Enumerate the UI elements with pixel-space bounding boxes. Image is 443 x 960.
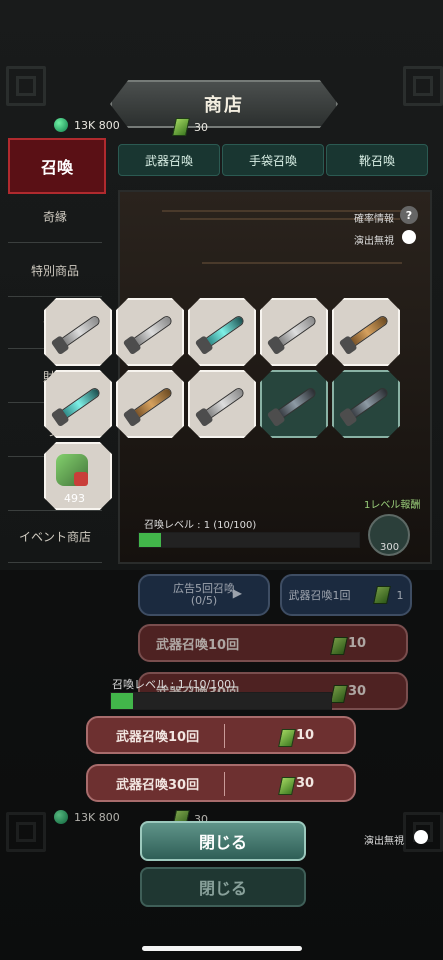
- sword-icon: [57, 315, 101, 349]
- skip-animation-checkbox[interactable]: [402, 230, 416, 244]
- summon-level-progress-fill: [139, 533, 161, 547]
- jade-amount: 13K 800: [74, 118, 120, 132]
- decorative-line: [202, 262, 402, 264]
- ticket-amount: 30: [194, 120, 208, 134]
- reward-label: 1レベル報酬: [364, 500, 421, 511]
- summon-level-label: 召喚レベル : 1 (10/100): [144, 520, 257, 531]
- corner-ornament-icon: [6, 66, 46, 106]
- tab-gloves-summon[interactable]: 手袋召喚: [222, 144, 324, 176]
- ticket-icon: [172, 118, 190, 136]
- probability-label[interactable]: 確率情報: [354, 210, 394, 225]
- corner-ornament-icon: [403, 66, 443, 106]
- overlay-summon-10-button[interactable]: 武器召喚10回 10: [86, 716, 356, 754]
- home-indicator: [142, 946, 302, 951]
- sword-icon: [201, 315, 245, 349]
- bottom-skip-label: 演出無視: [364, 836, 404, 847]
- close-button-disabled[interactable]: 閉じる: [140, 867, 306, 907]
- sidebar-item-encounter[interactable]: 奇縁: [8, 190, 102, 243]
- sidebar-item-summon[interactable]: 召喚: [8, 138, 106, 194]
- ticket-icon: [278, 729, 296, 747]
- ticket-icon: [278, 777, 296, 795]
- bag-amount: 493: [64, 492, 85, 505]
- bottom-skip-checkbox[interactable]: [414, 830, 428, 844]
- sword-icon: [273, 387, 317, 421]
- ticket-balance: 30: [172, 118, 208, 136]
- page-title-plate: 商店: [110, 80, 338, 128]
- bag-card: 493: [44, 442, 112, 510]
- divider: [224, 772, 225, 796]
- close-button[interactable]: 閉じる: [140, 821, 306, 861]
- footer-jade-balance: 13K 800: [54, 810, 120, 824]
- sword-icon: [201, 387, 245, 421]
- sidebar-item-event-shop[interactable]: イベント商店: [8, 510, 102, 563]
- tab-shoes-summon[interactable]: 靴召喚: [326, 144, 428, 176]
- sword-icon: [57, 387, 101, 421]
- sword-icon: [129, 387, 173, 421]
- sword-card: [116, 298, 184, 366]
- divider: [224, 724, 225, 748]
- overlay-summon-level-progress: [110, 692, 332, 710]
- sword-card: [332, 370, 400, 438]
- sword-card: [116, 370, 184, 438]
- sword-card: [44, 370, 112, 438]
- bag-icon: [56, 454, 88, 486]
- sword-icon: [345, 387, 389, 421]
- page-title: 商店: [204, 95, 244, 116]
- sword-icon: [345, 315, 389, 349]
- overlay-summon-level-label: 召喚レベル : 1 (10/100): [112, 678, 236, 691]
- help-icon[interactable]: ?: [400, 206, 418, 224]
- sidebar-item-special-goods[interactable]: 特別商品: [8, 244, 102, 297]
- sword-icon: [129, 315, 173, 349]
- sword-card: [188, 370, 256, 438]
- overlay-summon-30-button[interactable]: 武器召喚30回 30: [86, 764, 356, 802]
- jade-icon: [54, 118, 68, 132]
- sword-icon: [273, 315, 317, 349]
- reward-amount: 300: [380, 542, 400, 553]
- skip-animation-label: 演出無視: [354, 236, 394, 247]
- summon-level-progress: [138, 532, 360, 548]
- jade-balance: 13K 800: [54, 118, 120, 132]
- sword-card: [260, 370, 328, 438]
- tab-weapon-summon[interactable]: 武器召喚: [118, 144, 220, 176]
- sword-card: [260, 298, 328, 366]
- sword-card: [44, 298, 112, 366]
- overlay-summon-level-progress-fill: [111, 693, 133, 709]
- jade-icon: [54, 810, 68, 824]
- sword-card: [332, 298, 400, 366]
- sword-card: [188, 298, 256, 366]
